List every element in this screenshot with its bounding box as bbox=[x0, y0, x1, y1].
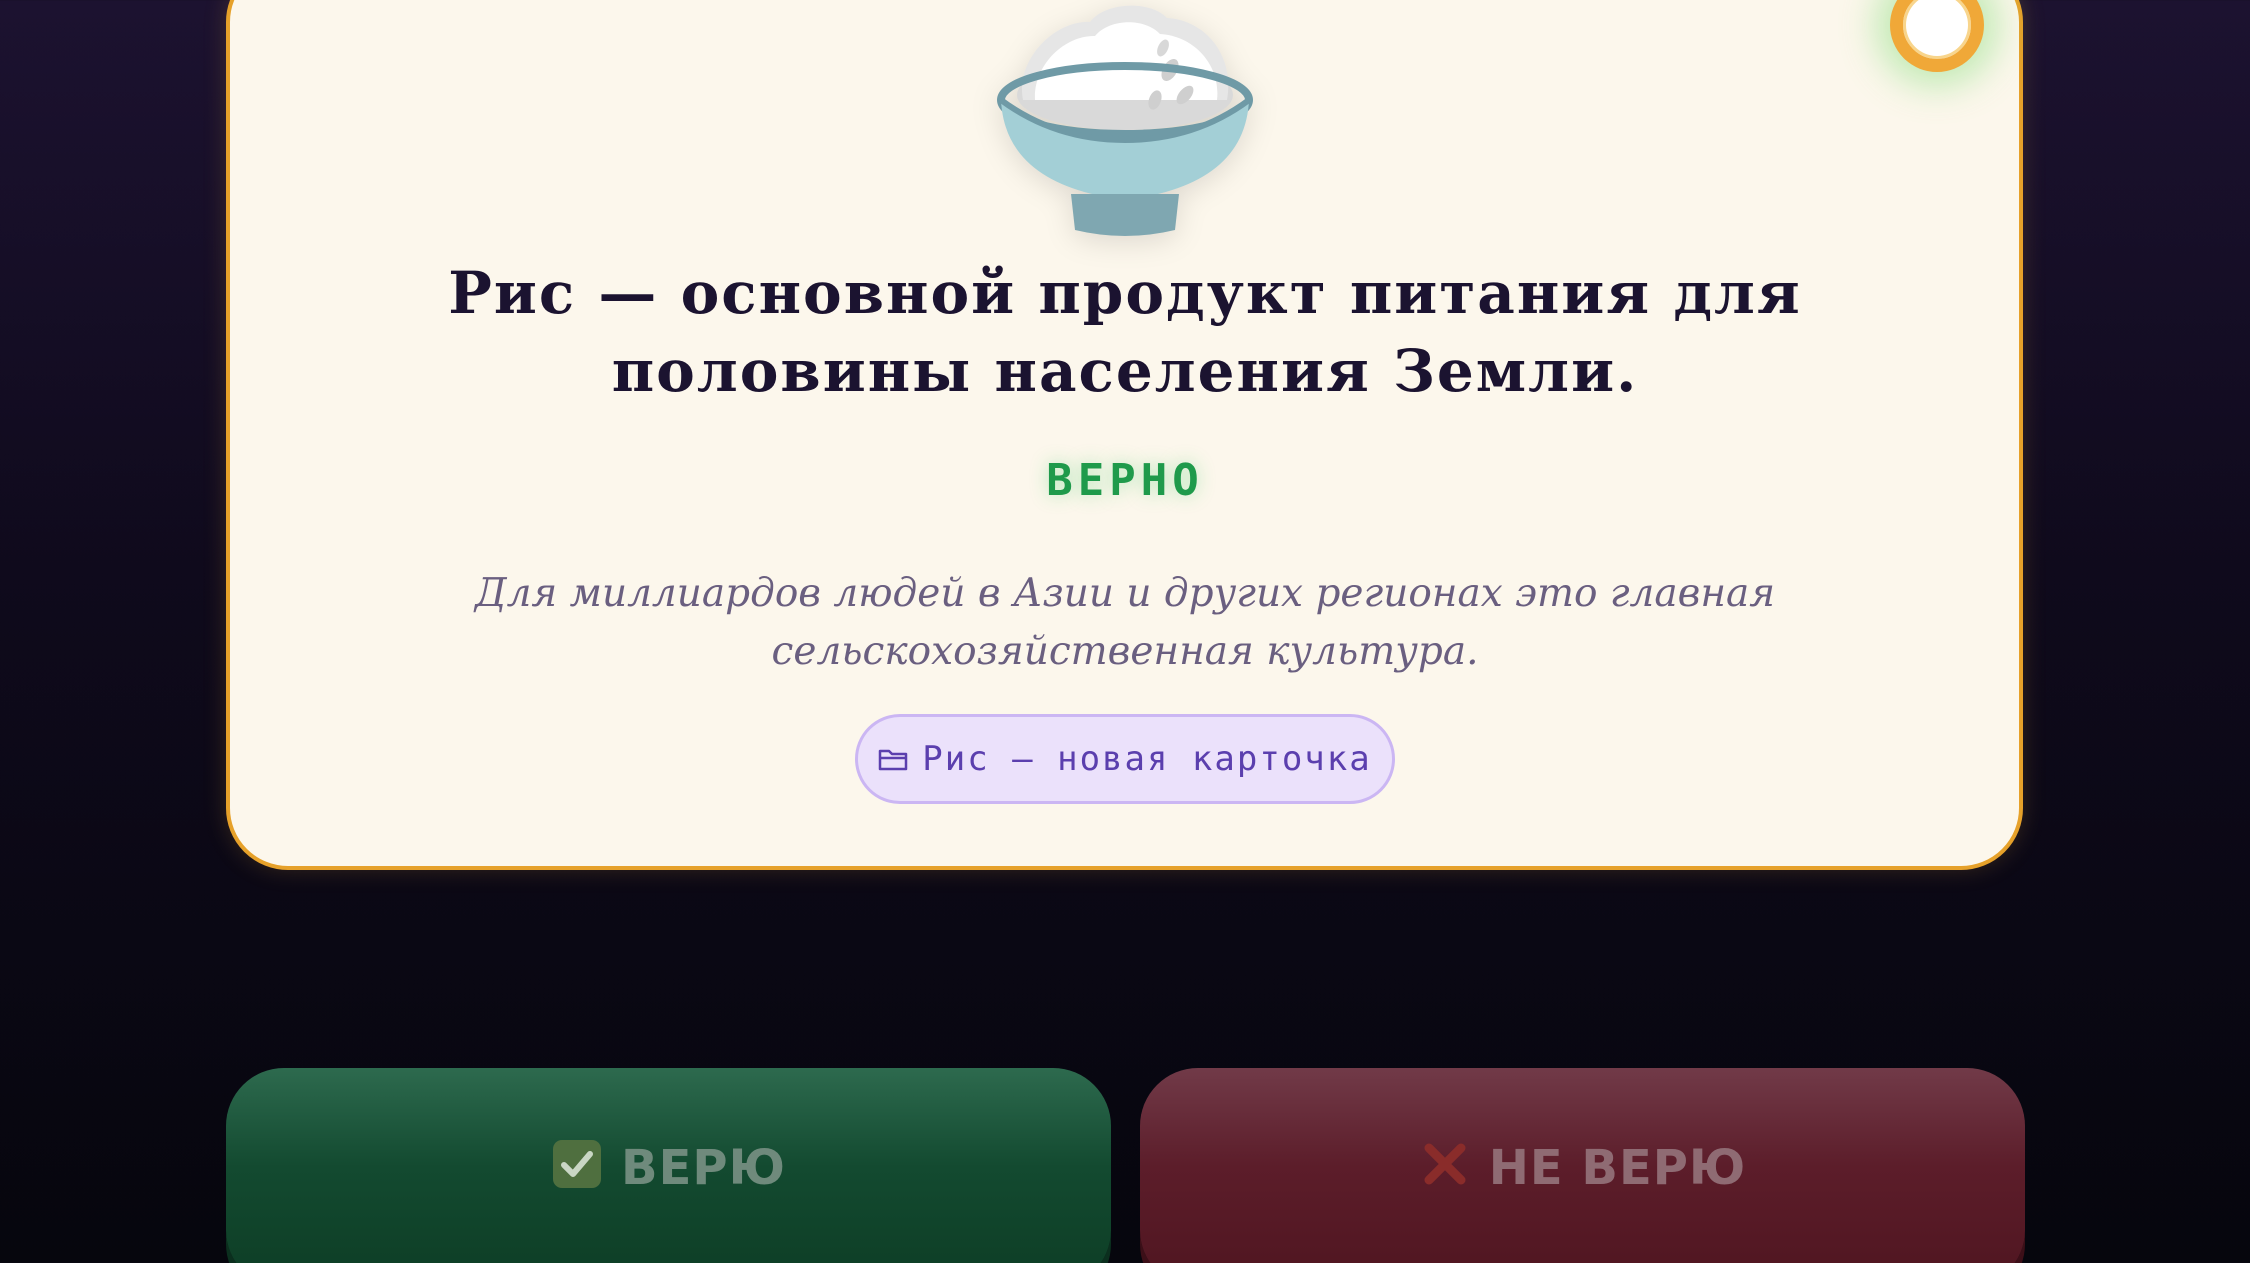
check-mark-button-icon bbox=[553, 1140, 602, 1188]
new-card-label: Рис – новая карточка bbox=[922, 739, 1372, 779]
believe-button[interactable]: ВЕРЮ bbox=[226, 1068, 1111, 1263]
verdict-label: ВЕРНО bbox=[1046, 455, 1204, 506]
disbelieve-label: НЕ ВЕРЮ bbox=[1488, 1140, 1747, 1196]
fact-statement: Рис — основной продукт питания для полов… bbox=[448, 259, 1802, 405]
disbelieve-button[interactable]: НЕ ВЕРЮ bbox=[1140, 1068, 2025, 1263]
new-card-button[interactable]: Рис – новая карточка bbox=[855, 714, 1395, 804]
folder-icon bbox=[879, 749, 908, 771]
fact-explanation: Для миллиардов людей в Азии и других рег… bbox=[474, 571, 1776, 674]
believe-label: ВЕРЮ bbox=[621, 1140, 786, 1196]
rice-bowl-icon bbox=[997, 5, 1253, 236]
cross-mark-icon bbox=[1424, 1143, 1466, 1185]
